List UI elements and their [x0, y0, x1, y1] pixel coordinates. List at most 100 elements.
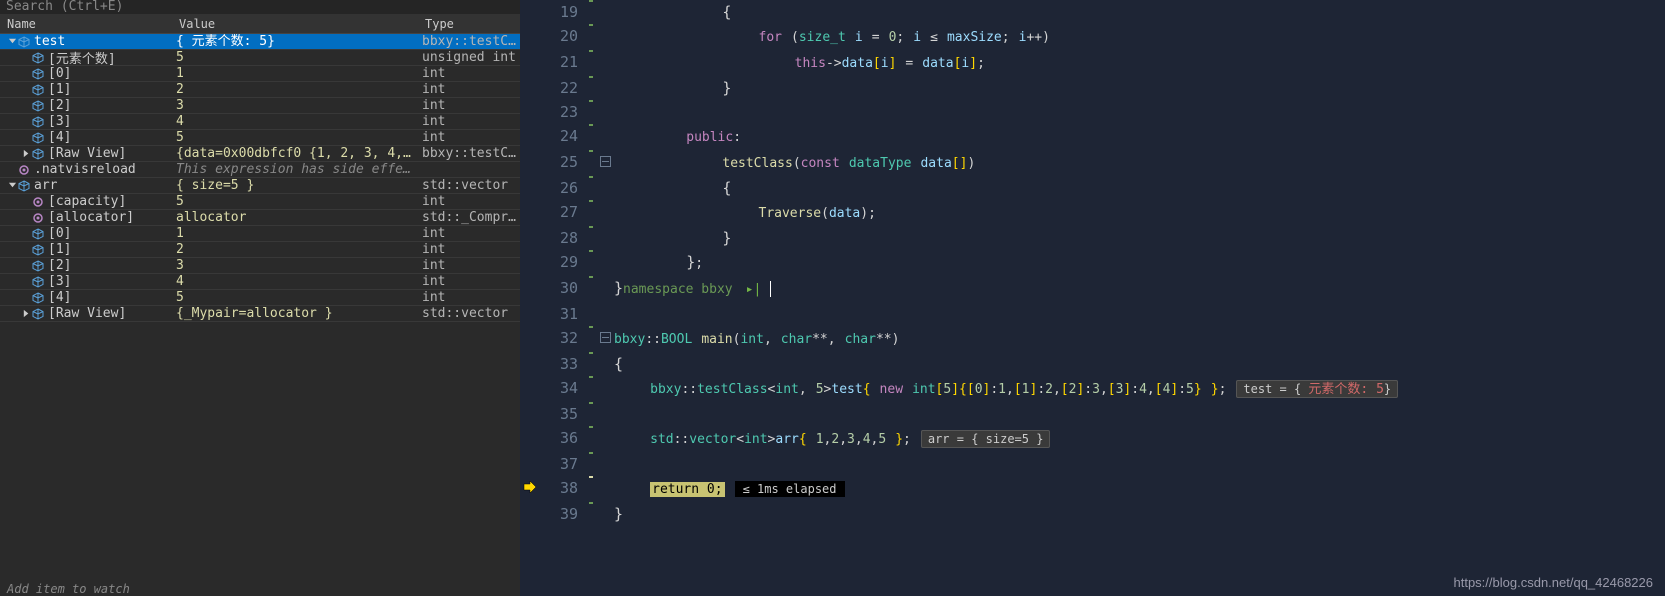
- watch-row[interactable]: [2]3int: [0, 258, 520, 274]
- breakpoint-gutter[interactable]: [520, 376, 540, 380]
- code-line[interactable]: 20 for (size_t i = 0; i ≤ maxSize; i++): [520, 24, 1665, 50]
- code-editor[interactable]: 19 {20 for (size_t i = 0; i ≤ maxSize; i…: [520, 0, 1665, 596]
- watch-row[interactable]: .natvisreloadThis expression has side ef…: [0, 162, 520, 178]
- add-watch-prompt[interactable]: Add item to watch: [0, 580, 520, 596]
- watch-row[interactable]: [2]3int: [0, 98, 520, 114]
- watch-row[interactable]: [4]5int: [0, 130, 520, 146]
- code-line[interactable]: 35: [520, 402, 1665, 426]
- breakpoint-gutter[interactable]: [520, 226, 540, 230]
- code-text[interactable]: }namespace bbxy ▸|: [614, 276, 1665, 302]
- watch-row[interactable]: [allocator]allocatorstd::_Compre...: [0, 210, 520, 226]
- row-value[interactable]: { 元素个数: 5}: [172, 34, 418, 50]
- code-text[interactable]: bbxy::BOOL main(int, char**, char**): [614, 326, 1665, 352]
- code-line[interactable]: 22 }: [520, 76, 1665, 100]
- code-text[interactable]: this->data[i] = data[i];: [614, 50, 1665, 76]
- row-value[interactable]: 3: [172, 98, 418, 114]
- col-name[interactable]: Name: [0, 15, 172, 33]
- row-value[interactable]: { size=5 }: [172, 178, 418, 194]
- code-text[interactable]: Traverse(data);: [614, 200, 1665, 226]
- code-line[interactable]: 34 bbxy::testClass<int, 5>test{ new int[…: [520, 376, 1665, 402]
- row-value[interactable]: 4: [172, 114, 418, 130]
- expand-toggle[interactable]: [21, 309, 31, 319]
- breakpoint-gutter[interactable]: [520, 0, 540, 4]
- row-value[interactable]: allocator: [172, 210, 418, 226]
- row-value[interactable]: {data=0x00dbfcf0 {1, 2, 3, 4, 5} maxSize…: [172, 146, 418, 162]
- col-type[interactable]: Type: [418, 15, 520, 33]
- watch-row[interactable]: [3]4int: [0, 114, 520, 130]
- watch-row[interactable]: [0]1int: [0, 66, 520, 82]
- watch-row[interactable]: arr{ size=5 }std::vector: [0, 178, 520, 194]
- watch-row[interactable]: [Raw View]{data=0x00dbfcf0 {1, 2, 3, 4, …: [0, 146, 520, 162]
- watch-row[interactable]: test{ 元素个数: 5}bbxy::testCla...: [0, 34, 520, 50]
- watch-row[interactable]: [1]2int: [0, 242, 520, 258]
- code-line[interactable]: 36 std::vector<int>arr{ 1,2,3,4,5 };arr …: [520, 426, 1665, 452]
- row-value[interactable]: 5: [172, 194, 418, 210]
- row-value[interactable]: 1: [172, 226, 418, 242]
- code-text[interactable]: public:: [614, 124, 1665, 150]
- col-value[interactable]: Value: [172, 15, 418, 33]
- code-line[interactable]: 38 return 0;≤ 1ms elapsed: [520, 476, 1665, 502]
- breakpoint-gutter[interactable]: [520, 76, 540, 80]
- watch-row[interactable]: [0]1int: [0, 226, 520, 242]
- code-text[interactable]: std::vector<int>arr{ 1,2,3,4,5 };arr = {…: [614, 426, 1665, 452]
- code-line[interactable]: 37: [520, 452, 1665, 476]
- breakpoint-gutter[interactable]: [520, 302, 540, 306]
- breakpoint-gutter[interactable]: [520, 200, 540, 204]
- code-line[interactable]: 30}namespace bbxy ▸|: [520, 276, 1665, 302]
- fold-toggle[interactable]: [596, 326, 614, 343]
- row-value[interactable]: 2: [172, 242, 418, 258]
- search-field-label[interactable]: Search (Ctrl+E): [6, 0, 123, 14]
- code-text[interactable]: return 0;≤ 1ms elapsed: [614, 476, 1665, 502]
- code-text[interactable]: {: [614, 0, 1665, 24]
- breakpoint-gutter[interactable]: [520, 124, 540, 128]
- breakpoint-gutter[interactable]: [520, 352, 540, 356]
- breakpoint-gutter[interactable]: [520, 50, 540, 54]
- code-line[interactable]: 19 {: [520, 0, 1665, 24]
- breakpoint-gutter[interactable]: [520, 150, 540, 154]
- code-line[interactable]: 21 this->data[i] = data[i];: [520, 50, 1665, 76]
- breakpoint-gutter[interactable]: [520, 276, 540, 280]
- code-text[interactable]: testClass(const dataType data[]): [614, 150, 1665, 176]
- code-line[interactable]: 27 Traverse(data);: [520, 200, 1665, 226]
- code-line[interactable]: 26 {: [520, 176, 1665, 200]
- row-value[interactable]: 3: [172, 258, 418, 274]
- code-text[interactable]: }: [614, 76, 1665, 100]
- breakpoint-gutter[interactable]: [520, 402, 540, 406]
- expand-toggle[interactable]: [7, 181, 17, 191]
- code-line[interactable]: 28 }: [520, 226, 1665, 250]
- breakpoint-gutter[interactable]: [520, 502, 540, 506]
- code-line[interactable]: 25 testClass(const dataType data[]): [520, 150, 1665, 176]
- row-value[interactable]: 4: [172, 274, 418, 290]
- code-text[interactable]: {: [614, 176, 1665, 200]
- breakpoint-gutter[interactable]: [520, 426, 540, 430]
- code-text[interactable]: {: [614, 352, 1665, 376]
- breakpoint-gutter[interactable]: [520, 24, 540, 28]
- code-line[interactable]: 23: [520, 100, 1665, 124]
- code-line[interactable]: 31: [520, 302, 1665, 326]
- watch-row[interactable]: [元素个数]5unsigned int: [0, 50, 520, 66]
- breakpoint-gutter[interactable]: [520, 100, 540, 104]
- code-line[interactable]: 39}: [520, 502, 1665, 526]
- code-text[interactable]: bbxy::testClass<int, 5>test{ new int[5]{…: [614, 376, 1665, 402]
- code-text[interactable]: }: [614, 226, 1665, 250]
- row-value[interactable]: 5: [172, 290, 418, 306]
- breakpoint-gutter[interactable]: [520, 476, 540, 494]
- code-line[interactable]: 33{: [520, 352, 1665, 376]
- row-value[interactable]: 2: [172, 82, 418, 98]
- breakpoint-gutter[interactable]: [520, 326, 540, 330]
- code-line[interactable]: 29 };: [520, 250, 1665, 276]
- watch-row[interactable]: [1]2int: [0, 82, 520, 98]
- breakpoint-gutter[interactable]: [520, 452, 540, 456]
- breakpoint-gutter[interactable]: [520, 176, 540, 180]
- fold-toggle[interactable]: [596, 150, 614, 167]
- breakpoint-gutter[interactable]: [520, 250, 540, 254]
- code-line[interactable]: 32bbxy::BOOL main(int, char**, char**): [520, 326, 1665, 352]
- watch-row[interactable]: [4]5int: [0, 290, 520, 306]
- code-text[interactable]: };: [614, 250, 1665, 276]
- expand-toggle[interactable]: [7, 37, 17, 47]
- code-text[interactable]: }: [614, 502, 1665, 526]
- row-value[interactable]: This expression has side effects and wil…: [172, 162, 418, 178]
- watch-row[interactable]: [Raw View]{_Mypair=allocator }std::vecto…: [0, 306, 520, 322]
- row-value[interactable]: 5: [172, 130, 418, 146]
- code-text[interactable]: for (size_t i = 0; i ≤ maxSize; i++): [614, 24, 1665, 50]
